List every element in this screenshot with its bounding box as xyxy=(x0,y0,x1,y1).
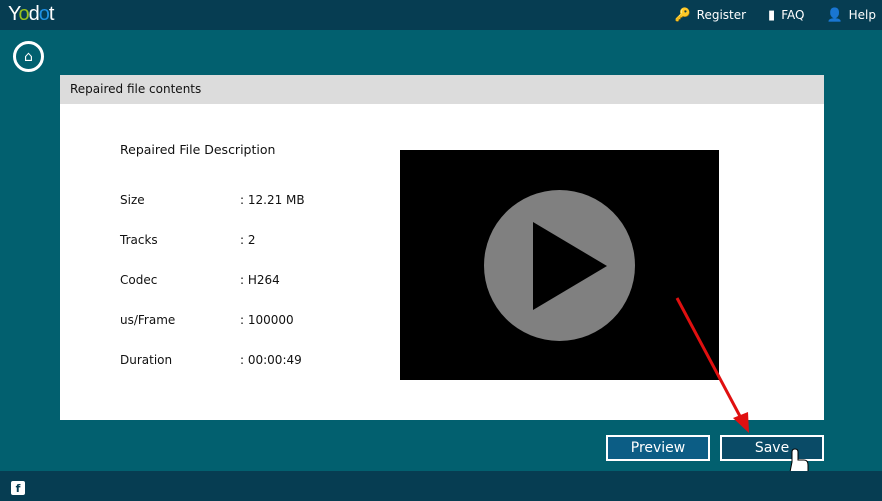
bottom-bar xyxy=(0,471,882,501)
annotation-arrow xyxy=(675,297,809,477)
facebook-icon[interactable]: f xyxy=(11,481,25,495)
